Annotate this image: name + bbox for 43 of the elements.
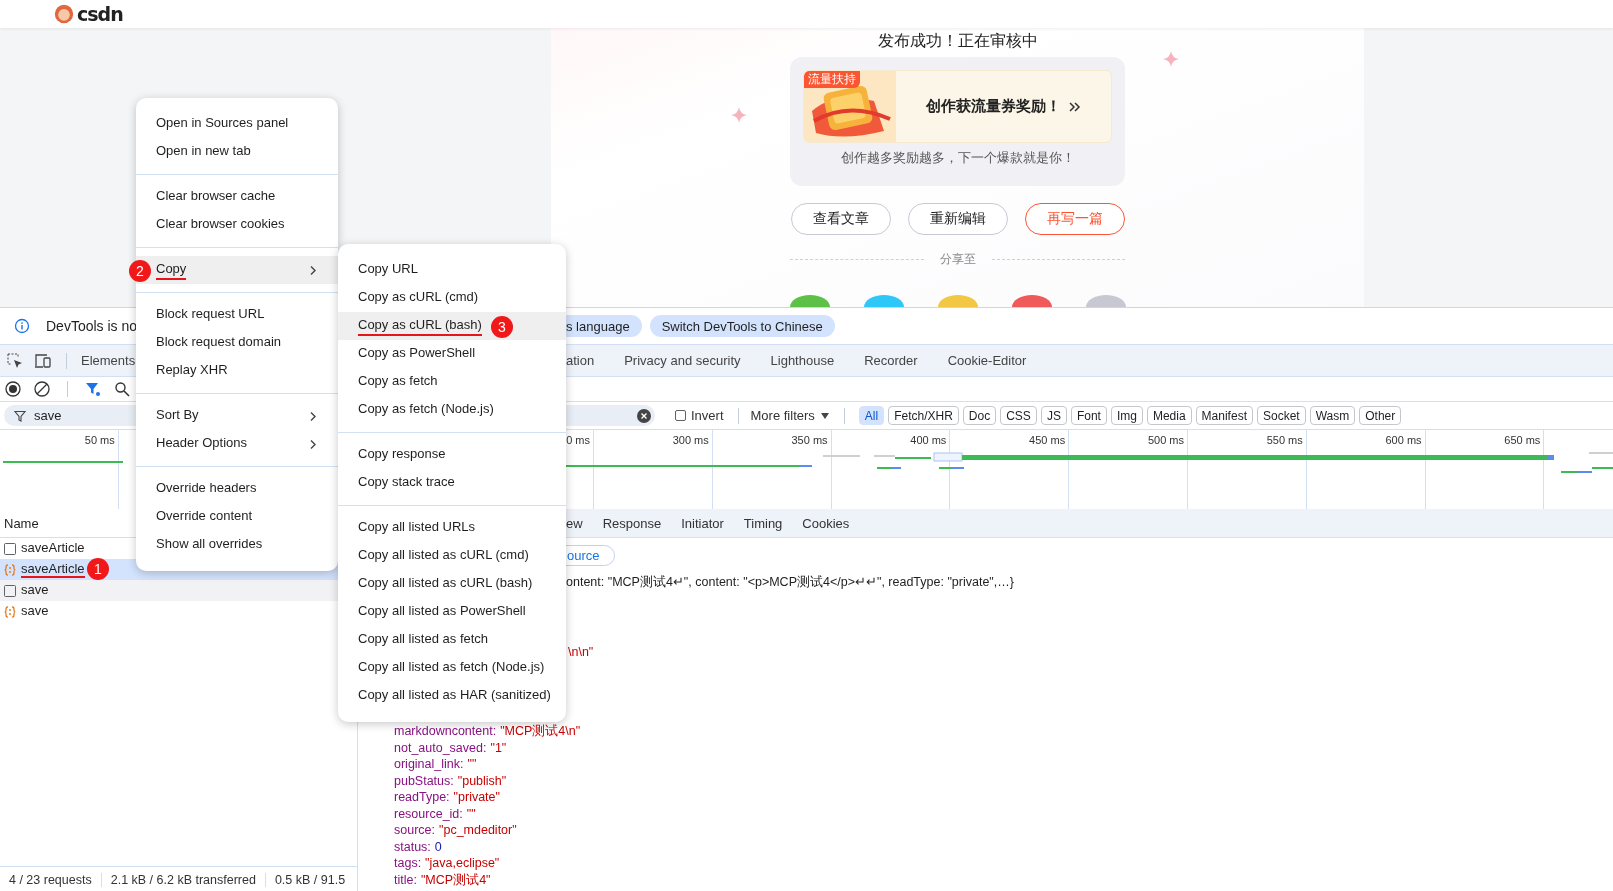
payload-key: tags: (394, 856, 422, 870)
tick-label: 450 ms (1029, 434, 1066, 446)
promo-subtitle: 创作越多奖励越多，下一个爆款就是你！ (840, 150, 1075, 167)
payload-key: pubStatus: (394, 773, 454, 788)
promo-tag: 流量扶持 (804, 71, 860, 88)
payload-value: "MCP测试4\n" (500, 724, 581, 738)
payload-key: title: (394, 872, 417, 887)
payload-key: status: (394, 839, 431, 854)
payload-key: markdowncontent: (394, 724, 497, 738)
status-text: 0.5 kB / 91.5 (273, 872, 347, 887)
payload-value: "" (467, 757, 477, 771)
invert-label: Invert (691, 408, 724, 423)
payload-value: "1" (490, 740, 507, 755)
step-badge: 1 (87, 558, 109, 580)
payload-key: not_auto_saved: (394, 740, 487, 755)
payload-value: "publish" (457, 773, 507, 788)
payload-key: source: (394, 823, 435, 837)
payload-summary: ontent: "MCP测试4↵", content: "<p>MCP测试4</p>↵↵", readType: "private",…} (566, 574, 1014, 591)
tick-label: 650 ms (1504, 434, 1541, 446)
tick-label: 400 ms (910, 434, 947, 446)
page-heading: 发布成功！正在审核中 (877, 31, 1038, 51)
status-text: 4 / 23 requests (0, 872, 102, 887)
payload-key: readType: (394, 790, 450, 804)
info-message: DevTools is no (46, 318, 138, 334)
status-text: 2.1 kB / 6.2 kB transferred (101, 872, 266, 887)
payload-value: "java,eclipse" (425, 856, 500, 870)
payload-value: "MCP测试4" (420, 872, 491, 887)
payload-value: "private" (453, 790, 500, 804)
tick-label: 500 ms (1147, 434, 1184, 446)
promo-title: 创作获流量券奖励！ (926, 97, 1061, 116)
share-label: 分享至 (938, 250, 977, 268)
payload-key: original_link: (394, 757, 464, 771)
payload-value: \n\n" (568, 644, 594, 661)
tick-label: 600 ms (1385, 434, 1422, 446)
payload-value: "" (466, 806, 476, 821)
payload-value: 0 (434, 839, 442, 854)
tick-label: 50 ms (84, 434, 115, 446)
payload-key: resource_id: (394, 806, 463, 821)
tick-label: 300 ms (672, 434, 709, 446)
tick-label: 350 ms (791, 434, 828, 446)
payload-value: "pc_mdeditor" (439, 823, 517, 837)
tick-label: 550 ms (1266, 434, 1303, 446)
tick-label: 0 ms (566, 434, 590, 446)
